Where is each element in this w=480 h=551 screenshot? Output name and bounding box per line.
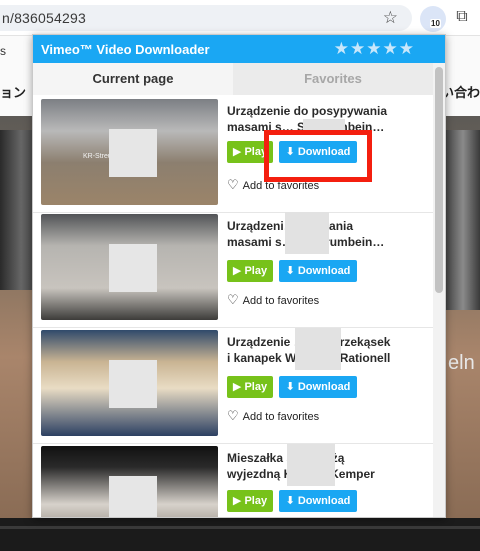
rating-stars-icon[interactable]: ★★★★★ [334, 39, 415, 59]
popup-tabs: Current page Favorites [33, 63, 433, 95]
video-thumbnail[interactable] [41, 214, 218, 320]
tab-favorites[interactable]: Favorites [233, 63, 433, 95]
video-title-line: masami s… SS Krumbein… [227, 235, 385, 249]
video-list-item: Urządzenie … kcji przekąsek i kanapek W…… [33, 328, 433, 444]
browser-toolbar: n/836054293 ☆ 10 ⧉ [0, 0, 480, 36]
redaction-block [295, 328, 341, 370]
video-frame-machine-right [446, 130, 480, 310]
video-list-item: Mieszałka s… dzieżą wyjezdną K… WP Kempe… [33, 444, 433, 517]
favorite-label: Add to favorites [242, 411, 320, 423]
heart-icon: ♡ [227, 292, 239, 307]
video-thumbnail[interactable]: KR-Streum… Krumbein [41, 99, 218, 205]
favorite-label: Add to favorites [242, 295, 320, 307]
video-control-bar[interactable] [0, 518, 480, 551]
add-to-favorites[interactable]: ♡ Add to favorites [227, 408, 319, 424]
video-overlay-text: eln [448, 352, 475, 374]
extension-button[interactable]: 10 [420, 6, 446, 32]
redaction-block [285, 212, 329, 254]
play-button[interactable]: ▶ Play [227, 376, 273, 398]
redaction-block [109, 129, 157, 177]
popup-title: Vimeo™ Video Downloader [41, 42, 210, 57]
video-title-line: Urządzeni… ypywania [227, 219, 353, 233]
video-list-item: Urządzeni… ypywania masami s… SS Krumbei… [33, 212, 433, 328]
play-button[interactable]: ▶ Play [227, 260, 273, 282]
download-highlight-box [264, 130, 372, 182]
extension-badge: 10 [430, 19, 441, 28]
redaction-block [109, 360, 157, 408]
redaction-block [109, 244, 157, 292]
redaction-block [109, 476, 157, 517]
extensions-puzzle-icon[interactable]: ⧉ [452, 7, 472, 27]
scrollbar-thumb[interactable] [435, 67, 443, 293]
heart-icon: ♡ [227, 177, 239, 192]
video-thumbnail[interactable] [41, 330, 218, 436]
page-nav-fragment-right[interactable]: い合わ [441, 82, 480, 101]
popup-header: Vimeo™ Video Downloader ★★★★★ [33, 35, 445, 63]
video-title-line: Urządzenie do posypywania [227, 104, 388, 118]
play-button[interactable]: ▶ Play [227, 490, 273, 512]
bookmark-star-icon[interactable]: ☆ [383, 8, 398, 28]
download-button[interactable]: ⬇ Download [279, 490, 357, 512]
video-progress-track[interactable] [0, 526, 480, 529]
address-bar[interactable]: n/836054293 ☆ [0, 5, 412, 31]
page-text-fragment: s [0, 44, 6, 58]
download-button[interactable]: ⬇ Download [279, 376, 357, 398]
url-text[interactable]: n/836054293 [2, 10, 86, 26]
download-button[interactable]: ⬇ Download [279, 260, 357, 282]
video-title: Urządzeni… ypywania masami s… SS Krumbei… [227, 218, 431, 250]
extension-popup: Vimeo™ Video Downloader ★★★★★ Current pa… [32, 34, 446, 518]
page-nav-fragment[interactable]: ョン [0, 82, 26, 101]
video-list-item: KR-Streum… Krumbein Urządzenie do posypy… [33, 97, 433, 213]
heart-icon: ♡ [227, 408, 239, 423]
redaction-block [287, 444, 335, 486]
video-thumbnail[interactable] [41, 446, 218, 517]
tab-current-page[interactable]: Current page [33, 63, 233, 95]
add-to-favorites[interactable]: ♡ Add to favorites [227, 292, 319, 308]
